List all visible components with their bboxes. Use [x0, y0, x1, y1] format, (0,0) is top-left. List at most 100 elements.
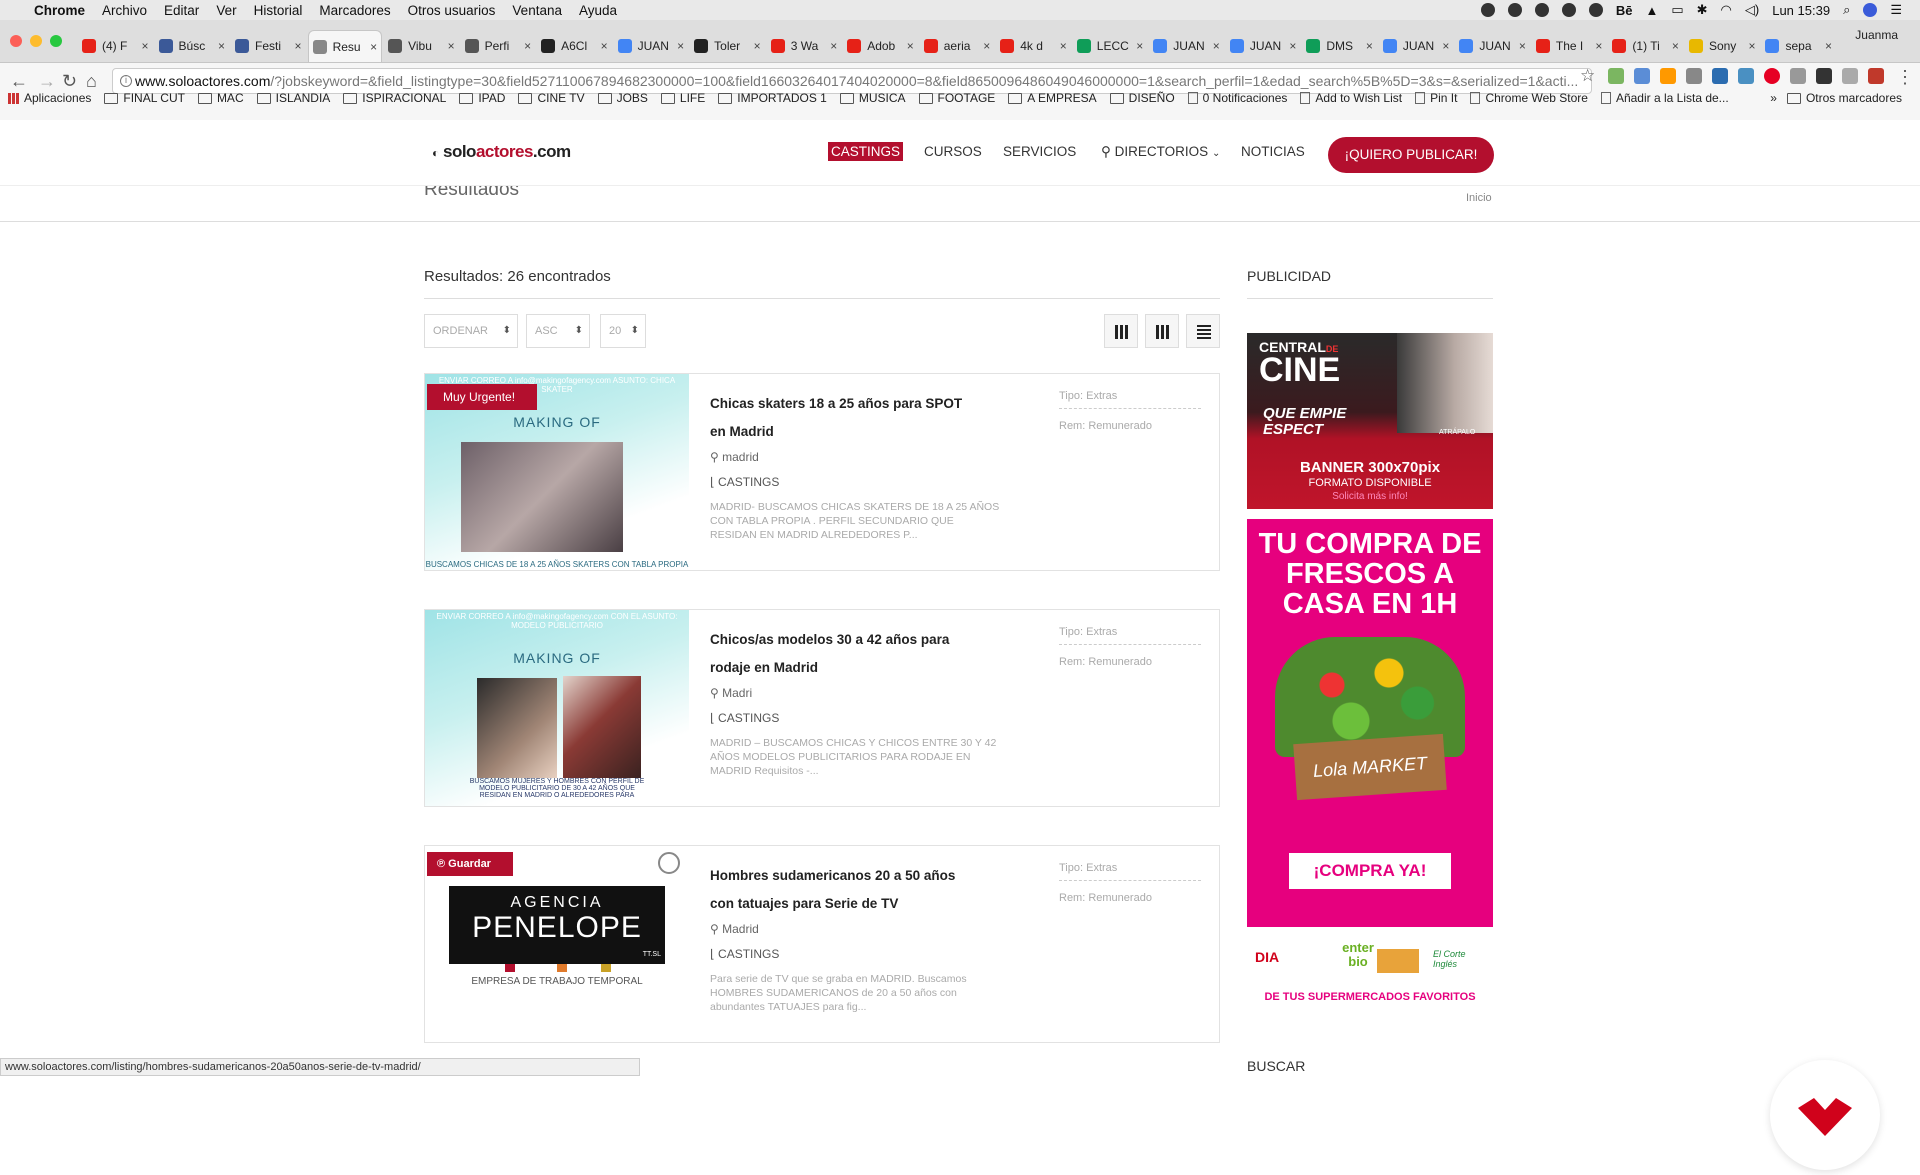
- browser-tab[interactable]: Resu ×: [307, 30, 383, 62]
- tab-close-icon[interactable]: ×: [1825, 39, 1832, 53]
- bookmark-item[interactable]: IMPORTADOS 1: [718, 91, 827, 105]
- info-icon[interactable]: [1534, 3, 1549, 17]
- home-icon[interactable]: ⌂: [86, 71, 97, 92]
- listing-category[interactable]: ⌊ CASTINGS: [710, 711, 779, 725]
- bookmark-item[interactable]: DISEÑO: [1109, 91, 1175, 105]
- listing-card[interactable]: ENVIAR CORREO A info@makingofagency.com …: [424, 609, 1220, 807]
- chrome-menu-icon[interactable]: ⋮: [1896, 67, 1914, 88]
- menu-historial[interactable]: Historial: [254, 3, 303, 18]
- back-icon[interactable]: ←: [10, 71, 28, 92]
- extension-icon[interactable]: [1842, 68, 1858, 84]
- tab-close-icon[interactable]: ×: [830, 39, 837, 53]
- listing-title[interactable]: Hombres sudamericanos 20 a 50 años con t…: [710, 862, 980, 918]
- bookmark-item[interactable]: IPAD: [459, 91, 505, 105]
- bookmark-star-icon[interactable]: ☆: [1580, 66, 1595, 86]
- tab-close-icon[interactable]: ×: [524, 39, 531, 53]
- bookmark-item[interactable]: ISPIRACIONAL: [343, 91, 446, 105]
- menu-editar[interactable]: Editar: [164, 3, 199, 18]
- play-icon[interactable]: [1588, 3, 1603, 17]
- bookmark-item[interactable]: MAC: [197, 91, 244, 105]
- menu-archivo[interactable]: Archivo: [102, 3, 147, 18]
- tab-close-icon[interactable]: ×: [1213, 39, 1220, 53]
- menu-ver[interactable]: Ver: [216, 3, 236, 18]
- search-icon[interactable]: ⌕: [1843, 2, 1850, 18]
- browser-tab[interactable]: A6Cl ×: [537, 30, 612, 62]
- listing-title[interactable]: Chicas skaters 18 a 25 años para SPOT en…: [710, 390, 980, 446]
- extension-icon[interactable]: [1738, 68, 1754, 84]
- browser-tab[interactable]: 3 Wa ×: [767, 30, 842, 62]
- bookmark-item[interactable]: Añadir a la Lista de...: [1600, 91, 1729, 105]
- browser-tab[interactable]: Vibu ×: [384, 30, 459, 62]
- listing-card[interactable]: AGENCIA PENELOPE TT.SL EMPRESA DE TRABAJ…: [424, 845, 1220, 1043]
- tab-close-icon[interactable]: ×: [983, 39, 990, 53]
- extension-icon[interactable]: [1816, 68, 1832, 84]
- menu-ayuda[interactable]: Ayuda: [579, 3, 617, 18]
- extension-icon[interactable]: [1868, 68, 1884, 84]
- bookmark-item[interactable]: MUSICA: [839, 91, 906, 105]
- extension-pinterest-icon[interactable]: [1764, 68, 1780, 84]
- bookmark-apps[interactable]: Aplicaciones: [8, 91, 91, 105]
- display-icon[interactable]: ▭: [1671, 2, 1683, 18]
- browser-tab[interactable]: aeria ×: [920, 30, 995, 62]
- menu-marcadores[interactable]: Marcadores: [319, 3, 390, 18]
- browser-tab[interactable]: JUAN ×: [1379, 30, 1454, 62]
- nav-noticias[interactable]: NOTICIAS: [1241, 144, 1305, 159]
- extension-amazon-icon[interactable]: [1660, 68, 1676, 84]
- browser-tab[interactable]: DMS ×: [1302, 30, 1377, 62]
- nav-castings[interactable]: CASTINGS: [828, 142, 904, 161]
- clock[interactable]: Lun 15:39: [1772, 3, 1830, 18]
- bookmarks-more[interactable]: »: [1770, 91, 1777, 105]
- browser-tab[interactable]: JUAN ×: [614, 30, 689, 62]
- browser-tab[interactable]: Sony ×: [1685, 30, 1760, 62]
- reload-icon[interactable]: ↻: [62, 71, 77, 92]
- creative-cloud-icon[interactable]: [1507, 3, 1522, 17]
- extension-evernote-icon[interactable]: [1608, 68, 1624, 84]
- browser-tab[interactable]: Festi ×: [231, 30, 306, 62]
- listing-image[interactable]: ENVIAR CORREO A info@makingofagency.com …: [425, 610, 689, 806]
- listing-category[interactable]: ⌊ CASTINGS: [710, 475, 779, 489]
- browser-tab[interactable]: Perfi ×: [461, 30, 536, 62]
- menu-otros-usuarios[interactable]: Otros usuarios: [408, 3, 496, 18]
- publish-button[interactable]: ¡QUIERO PUBLICAR!: [1328, 137, 1494, 173]
- tab-close-icon[interactable]: ×: [1672, 39, 1679, 53]
- bookmark-item[interactable]: LIFE: [660, 91, 705, 105]
- profile-name[interactable]: Juanma: [1855, 28, 1898, 42]
- view-grid-button[interactable]: [1145, 314, 1179, 348]
- bookmark-item[interactable]: A EMPRESA: [1008, 91, 1097, 105]
- breadcrumb[interactable]: Inicio: [1466, 192, 1492, 204]
- bookmark-item[interactable]: Pin It: [1415, 91, 1457, 105]
- ad-banner-lola-market[interactable]: TU COMPRA DE FRESCOS A CASA EN 1H Lola M…: [1247, 519, 1493, 927]
- bookmark-item[interactable]: ISLANDIA: [256, 91, 330, 105]
- volume-icon[interactable]: ◁): [1745, 2, 1759, 18]
- browser-tab[interactable]: 4k d ×: [996, 30, 1071, 62]
- bookmark-item[interactable]: CINE TV: [518, 91, 585, 105]
- tab-close-icon[interactable]: ×: [218, 39, 225, 53]
- browser-tab[interactable]: Búsc ×: [155, 30, 230, 62]
- browser-tab[interactable]: (1) Ti ×: [1608, 30, 1683, 62]
- bookmark-item[interactable]: FOOTAGE: [918, 91, 995, 105]
- browser-tab[interactable]: Adob ×: [843, 30, 918, 62]
- forward-icon[interactable]: →: [38, 71, 56, 92]
- bluetooth-icon[interactable]: ✱: [1697, 2, 1708, 18]
- extension-icon[interactable]: [1712, 68, 1728, 84]
- listing-category[interactable]: ⌊ CASTINGS: [710, 947, 779, 961]
- notification-center-icon[interactable]: ☰: [1890, 2, 1902, 18]
- ad-banner-cine[interactable]: CENTRALDE CINE QUE EMPIE ESPECT ATRÁPALO…: [1247, 333, 1493, 509]
- tab-close-icon[interactable]: ×: [601, 39, 608, 53]
- tab-close-icon[interactable]: ×: [1442, 39, 1449, 53]
- tab-close-icon[interactable]: ×: [1519, 39, 1526, 53]
- browser-tab[interactable]: LECC ×: [1073, 30, 1148, 62]
- listing-title[interactable]: Chicos/as modelos 30 a 42 años para roda…: [710, 626, 980, 682]
- cloud-icon[interactable]: [1561, 3, 1576, 17]
- bookmark-item[interactable]: JOBS: [597, 91, 648, 105]
- browser-tab[interactable]: sepa ×: [1761, 30, 1836, 62]
- tab-close-icon[interactable]: ×: [1136, 39, 1143, 53]
- bookmark-item[interactable]: FINAL CUT: [104, 91, 185, 105]
- tab-close-icon[interactable]: ×: [754, 39, 761, 53]
- browser-tab[interactable]: Toler ×: [690, 30, 765, 62]
- record-icon[interactable]: [1480, 3, 1495, 17]
- extension-icon[interactable]: [1686, 68, 1702, 84]
- bookmark-item[interactable]: Add to Wish List: [1300, 91, 1402, 105]
- wifi-icon[interactable]: ◠: [1721, 2, 1732, 18]
- tab-close-icon[interactable]: ×: [295, 39, 302, 53]
